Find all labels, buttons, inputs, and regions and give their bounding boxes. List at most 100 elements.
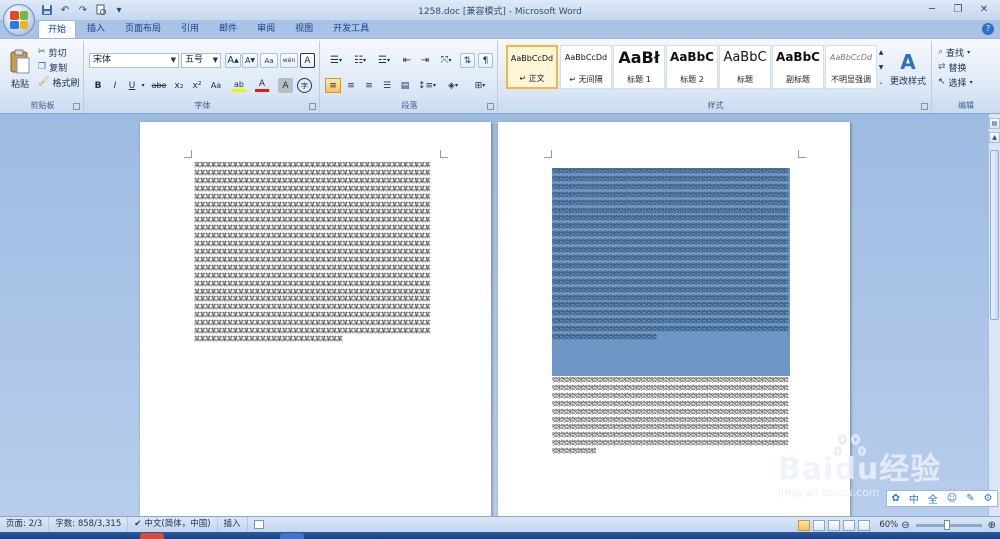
format-painter-button[interactable]: 🖌 格式刷 (38, 75, 79, 89)
underline-dropdown-icon[interactable]: ▾ (139, 78, 147, 93)
copy-button[interactable]: ❐ 复制 (38, 60, 67, 74)
tab-home[interactable]: 开始 (38, 20, 77, 38)
style-heading-2[interactable]: AaBbC 标题 2 (666, 45, 718, 89)
zoom-slider-thumb[interactable] (943, 519, 950, 530)
align-right-button[interactable]: ≡ (361, 78, 377, 93)
shading-button[interactable]: ◈ ▾ (442, 78, 464, 93)
styles-launcher-icon[interactable] (921, 103, 928, 110)
style-normal[interactable]: AaBbCcDd ↵ 正文 (506, 45, 558, 89)
insert-mode-indicator[interactable]: 插入 (218, 516, 248, 533)
styles-scroll-up-icon[interactable]: ▲ (877, 45, 885, 59)
document-page-1[interactable]: 某某某某某某某某某某某某某某某某某某某某某某某某某某某某某某某某某某某某某某某某… (140, 122, 491, 516)
zoom-in-icon[interactable]: ⊕ (988, 520, 996, 531)
help-icon[interactable]: ? (982, 23, 994, 35)
zoom-slider[interactable] (915, 519, 982, 530)
change-styles-button[interactable]: A 更改样式 (888, 43, 928, 93)
ime-language-toggle[interactable]: 中 (909, 491, 919, 506)
page-2-selected-text[interactable]: 验验验验验验验验验验验验验验验验验验验验验验验验验验验验验验验验验验验验验验验验… (552, 168, 790, 376)
phonetic-guide-button[interactable]: wén (280, 53, 298, 68)
distributed-button[interactable]: ▤ (397, 78, 413, 93)
subscript-button[interactable]: x₂ (171, 78, 187, 93)
vertical-scrollbar[interactable]: ▤ ▲ (988, 114, 1000, 516)
taskbar-app-icon[interactable] (280, 533, 304, 539)
line-spacing-button[interactable]: ↕≡ ▾ (416, 78, 438, 93)
clear-formatting-button[interactable]: Aa (260, 53, 278, 68)
show-marks-button[interactable]: ¶ (478, 53, 493, 68)
tab-references[interactable]: 引用 (172, 20, 208, 38)
tab-review[interactable]: 审阅 (248, 20, 284, 38)
clipboard-launcher-icon[interactable] (73, 103, 80, 110)
language-indicator[interactable]: ✔ 中文(简体，中国) (128, 516, 218, 533)
print-layout-view-icon[interactable] (798, 519, 811, 531)
style-no-spacing[interactable]: AaBbCcDd ↵ 无间隔 (560, 45, 612, 89)
numbering-button[interactable]: ☷ ▾ (349, 53, 371, 68)
align-center-button[interactable]: ≡ (343, 78, 359, 93)
macro-recording-icon[interactable] (248, 517, 270, 533)
character-shading-button[interactable]: A (278, 78, 293, 93)
bold-button[interactable]: B (91, 78, 105, 93)
style-subtle-emphasis[interactable]: AaBbCcDd 不明显强调 (825, 45, 877, 89)
page-2-text[interactable]: 验验验验验验验验验验验验验验验验验验验验验验验验验验验验验验验验验验验验验验验验… (552, 377, 790, 516)
outline-view-icon[interactable] (843, 519, 856, 531)
styles-more-icon[interactable]: ⌄ (877, 75, 885, 89)
scrollbar-thumb[interactable] (990, 150, 999, 320)
increase-indent-button[interactable]: ⇥ (417, 53, 433, 68)
style-title[interactable]: AaBbC 标题 (719, 45, 771, 89)
full-screen-reading-view-icon[interactable] (813, 519, 826, 531)
justify-button[interactable]: ☰ (379, 78, 395, 93)
highlight-button[interactable]: ab (229, 78, 249, 93)
paste-button[interactable]: 粘贴 (6, 45, 34, 93)
style-heading-1[interactable]: AaBł 标题 1 (613, 45, 665, 89)
tab-page-layout[interactable]: 页面布局 (116, 20, 170, 38)
align-left-button[interactable]: ≡ (325, 78, 341, 93)
replace-button[interactable]: ⇄ 替换 (938, 60, 967, 74)
font-launcher-icon[interactable] (309, 103, 316, 110)
tab-view[interactable]: 视图 (286, 20, 322, 38)
ime-settings-icon[interactable]: ⚙ (984, 493, 993, 504)
word-count[interactable]: 字数: 858/3,315 (49, 516, 129, 533)
page-count[interactable]: 页面: 2/3 (0, 516, 50, 533)
close-button[interactable]: ✕ (972, 1, 996, 17)
zoom-out-icon[interactable]: ⊖ (901, 520, 909, 531)
font-color-button[interactable]: A (252, 78, 272, 93)
enclose-characters-button[interactable]: 字 (297, 78, 312, 93)
minimize-button[interactable]: ─ (920, 1, 944, 17)
styles-scroll-down-icon[interactable]: ▼ (877, 60, 885, 74)
ime-emoji-icon[interactable]: ☺ (947, 493, 957, 504)
change-case-button[interactable]: Aa (207, 78, 225, 93)
maximize-button[interactable]: ❐ (946, 1, 970, 17)
shrink-font-button[interactable]: A ▼ (242, 53, 258, 68)
chinese-layout-button[interactable]: ⤧ ▾ (435, 53, 457, 68)
strikethrough-button[interactable]: abe (150, 78, 168, 93)
ime-width-toggle[interactable]: 全 (928, 491, 938, 506)
paragraph-launcher-icon[interactable] (487, 103, 494, 110)
office-button[interactable] (3, 4, 35, 36)
underline-button[interactable]: U (125, 78, 139, 93)
taskbar-app-icon[interactable] (140, 533, 164, 539)
borders-button[interactable]: ⊞ ▾ (468, 78, 492, 93)
character-border-button[interactable]: A (300, 53, 315, 68)
multilevel-list-button[interactable]: ☲ ▾ (373, 53, 395, 68)
ime-pen-icon[interactable]: ✎ (966, 493, 974, 504)
style-subtitle[interactable]: AaBbC 副标题 (772, 45, 824, 89)
font-name-combo[interactable]: 宋体 ▼ (89, 53, 179, 68)
ime-logo-icon[interactable]: ✿ (891, 493, 899, 504)
page-1-text[interactable]: 某某某某某某某某某某某某某某某某某某某某某某某某某某某某某某某某某某某某某某某某… (194, 162, 432, 516)
font-size-combo[interactable]: 五号 ▼ (181, 53, 221, 68)
find-button[interactable]: ⌕ 查找 ▾ (938, 45, 970, 59)
superscript-button[interactable]: x² (189, 78, 205, 93)
zoom-level[interactable]: 60% (879, 520, 898, 530)
ruler-toggle-icon[interactable]: ▤ (989, 118, 1000, 129)
bullets-button[interactable]: ☰ ▾ (325, 53, 347, 68)
cut-button[interactable]: ✂ 剪切 (38, 45, 67, 59)
tab-insert[interactable]: 插入 (78, 20, 114, 38)
scroll-up-icon[interactable]: ▲ (989, 132, 1000, 143)
web-layout-view-icon[interactable] (828, 519, 841, 531)
italic-button[interactable]: I (108, 78, 122, 93)
tab-developer[interactable]: 开发工具 (324, 20, 378, 38)
sort-button[interactable]: ⇅ (460, 53, 475, 68)
draft-view-icon[interactable] (858, 519, 871, 531)
decrease-indent-button[interactable]: ⇤ (399, 53, 415, 68)
grow-font-button[interactable]: A ▲ (225, 53, 241, 68)
select-button[interactable]: ↖ 选择 ▾ (938, 75, 973, 89)
